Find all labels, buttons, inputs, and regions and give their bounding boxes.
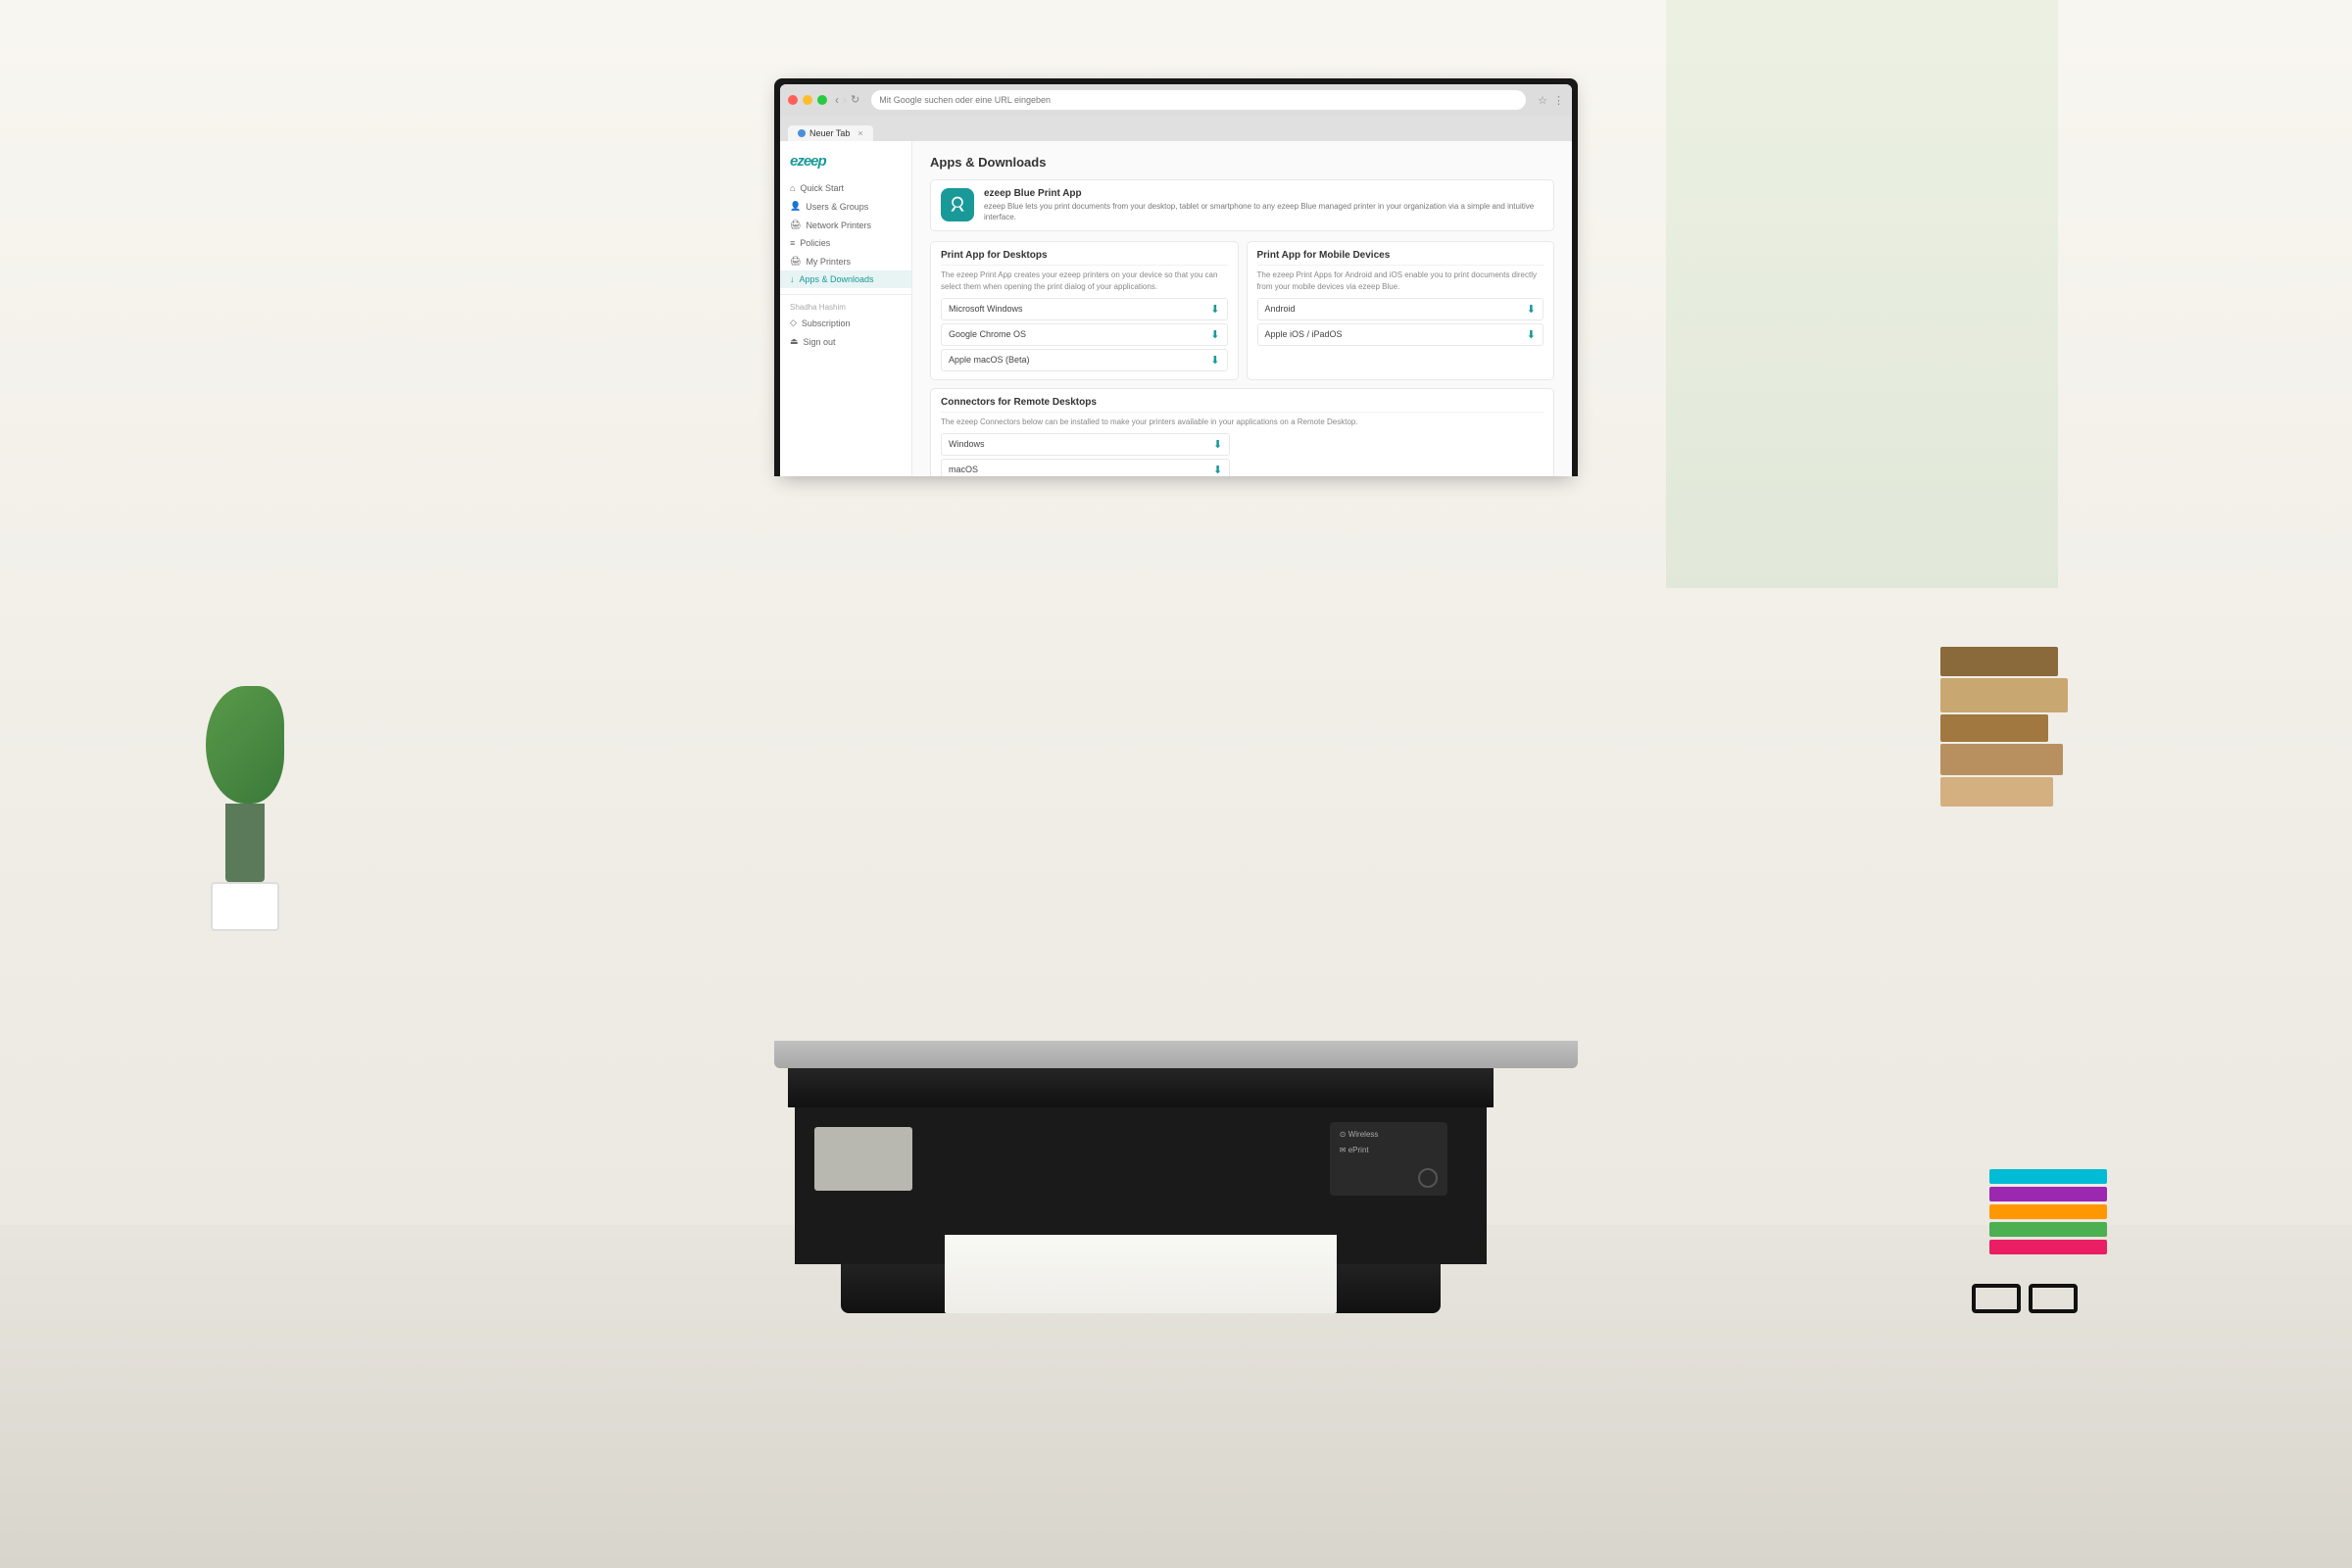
sidebar-item-apps-downloads[interactable]: ↓ Apps & Downloads — [780, 270, 911, 288]
sidebar-item-policies[interactable]: ≡ Policies — [780, 234, 911, 252]
sidebar-label-quick-start: Quick Start — [800, 183, 844, 193]
plant-decoration — [196, 686, 294, 882]
glasses-decoration — [1972, 1284, 2078, 1313]
bookmark-icon[interactable]: ☆ — [1538, 94, 1547, 107]
browser-window: ‹ › ↻ Mit Google suchen oder eine URL ei… — [780, 84, 1572, 476]
sidebar-item-users[interactable]: 👤 Users & Groups — [780, 197, 911, 216]
download-nav-icon: ↓ — [790, 274, 795, 284]
connectors-section-title: Connectors for Remote Desktops — [941, 397, 1544, 413]
desktop-download-item-macos[interactable]: Apple macOS (Beta) ⬇ — [941, 349, 1228, 371]
sections-grid: Print App for Desktops The ezeep Print A… — [930, 241, 1554, 476]
sidebar-label-apps: Apps & Downloads — [800, 274, 874, 284]
nav-buttons: ‹ › ↻ — [835, 93, 859, 107]
app-description: ezeep Blue lets you print documents from… — [984, 201, 1544, 222]
sidebar-label-network-printers: Network Printers — [806, 220, 871, 230]
window-bg — [1666, 0, 2058, 588]
macos-label: Apple macOS (Beta) — [949, 355, 1030, 365]
folders-decoration — [1989, 1169, 2107, 1254]
laptop-display: ‹ › ↻ Mit Google suchen oder eine URL ei… — [774, 78, 1578, 476]
sidebar-label-users: Users & Groups — [806, 202, 868, 212]
sidebar-item-network-printers[interactable]: 🖨 Network Printers — [780, 216, 911, 234]
connector-macos-label: macOS — [949, 465, 978, 474]
maximize-button[interactable] — [817, 95, 827, 105]
tab-favicon — [798, 129, 806, 137]
chrome-label: Google Chrome OS — [949, 329, 1026, 339]
mobile-section-title: Print App for Mobile Devices — [1257, 250, 1544, 266]
sidebar-label-signout: Sign out — [804, 337, 836, 347]
users-icon: 👤 — [790, 201, 801, 212]
address-bar[interactable]: Mit Google suchen oder eine URL eingeben — [871, 90, 1526, 110]
desktop-download-item-windows[interactable]: Microsoft Windows ⬇ — [941, 298, 1228, 320]
windows-download-icon: ⬇ — [1210, 303, 1219, 316]
my-printer-icon: 🖨 — [790, 256, 801, 267]
desktop-section-desc: The ezeep Print App creates your ezeep p… — [941, 270, 1228, 291]
reload-icon[interactable]: ↻ — [851, 93, 859, 107]
app-icon — [941, 188, 974, 221]
app-name: ezeep Blue Print App — [984, 188, 1544, 199]
android-label: Android — [1265, 304, 1296, 314]
app-banner-text: ezeep Blue Print App ezeep Blue lets you… — [984, 188, 1544, 222]
connectors-section-desc: The ezeep Connectors below can be instal… — [941, 416, 1544, 427]
connector-item-windows[interactable]: Windows ⬇ — [941, 433, 1230, 456]
android-download-icon: ⬇ — [1527, 303, 1536, 316]
laptop-base — [774, 1041, 1578, 1068]
signout-icon: ⏏ — [790, 336, 799, 347]
mobile-section-desc: The ezeep Print Apps for Android and iOS… — [1257, 270, 1544, 291]
tab-title: Neuer Tab — [809, 128, 850, 138]
desktop-section: Print App for Desktops The ezeep Print A… — [930, 241, 1239, 379]
desktop-download-item-chrome[interactable]: Google Chrome OS ⬇ — [941, 323, 1228, 346]
sidebar-label-policies: Policies — [800, 238, 830, 248]
windows-label: Microsoft Windows — [949, 304, 1023, 314]
sidebar-item-subscription[interactable]: ◇ Subscription — [780, 314, 911, 332]
connectors-section: Connectors for Remote Desktops The ezeep… — [930, 388, 1554, 476]
app-layout: ezeep ⌂ Quick Start 👤 Users & Groups 🖨 N… — [780, 141, 1572, 476]
sidebar-logo: ezeep — [780, 151, 911, 179]
sidebar: ezeep ⌂ Quick Start 👤 Users & Groups 🖨 N… — [780, 141, 912, 476]
mobile-download-item-android[interactable]: Android ⬇ — [1257, 298, 1544, 320]
sidebar-section-label: Shadha Hashim — [780, 301, 911, 314]
sidebar-item-my-printers[interactable]: 🖨 My Printers — [780, 252, 911, 270]
chrome-download-icon: ⬇ — [1210, 328, 1219, 341]
connector-macos-download-icon: ⬇ — [1213, 464, 1222, 476]
connector-windows-download-icon: ⬇ — [1213, 438, 1222, 451]
policies-icon: ≡ — [790, 238, 795, 248]
forward-icon[interactable]: › — [843, 93, 847, 107]
subscription-icon: ◇ — [790, 318, 797, 328]
window-controls — [788, 95, 827, 105]
sidebar-label-my-printers: My Printers — [806, 257, 851, 267]
sidebar-item-sign-out[interactable]: ⏏ Sign out — [780, 332, 911, 351]
ios-label: Apple iOS / iPadOS — [1265, 329, 1343, 339]
browser-tab[interactable]: Neuer Tab × — [788, 125, 873, 141]
mobile-section: Print App for Mobile Devices The ezeep P… — [1247, 241, 1555, 379]
hummingbird-icon — [948, 195, 967, 215]
books-decoration — [1940, 647, 2078, 862]
browser-toolbar: ‹ › ↻ Mit Google suchen oder eine URL ei… — [780, 84, 1572, 116]
page-title: Apps & Downloads — [930, 155, 1554, 170]
mobile-download-item-ios[interactable]: Apple iOS / iPadOS ⬇ — [1257, 323, 1544, 346]
connector-windows-label: Windows — [949, 439, 985, 449]
tab-close-icon[interactable]: × — [858, 128, 862, 138]
printer-decoration: ⊙ Wireless ✉ ePrint — [788, 1058, 1494, 1352]
home-icon: ⌂ — [790, 183, 795, 193]
main-content: Apps & Downloads ezeep Blue Print App ez… — [912, 141, 1572, 476]
back-icon[interactable]: ‹ — [835, 93, 839, 107]
app-banner: ezeep Blue Print App ezeep Blue lets you… — [930, 179, 1554, 231]
printer-icon: 🖨 — [790, 220, 801, 230]
minimize-button[interactable] — [803, 95, 812, 105]
address-bar-text: Mit Google suchen oder eine URL eingeben — [879, 95, 1051, 105]
macos-download-icon: ⬇ — [1210, 354, 1219, 367]
sidebar-item-quick-start[interactable]: ⌂ Quick Start — [780, 179, 911, 197]
sidebar-divider — [780, 294, 911, 295]
desktop-section-title: Print App for Desktops — [941, 250, 1228, 266]
connector-item-macos[interactable]: macOS ⬇ — [941, 459, 1230, 476]
ios-download-icon: ⬇ — [1527, 328, 1536, 341]
sidebar-label-subscription: Subscription — [802, 318, 851, 328]
close-button[interactable] — [788, 95, 798, 105]
tab-bar: Neuer Tab × — [780, 116, 1572, 141]
settings-icon[interactable]: ⋮ — [1553, 94, 1564, 107]
